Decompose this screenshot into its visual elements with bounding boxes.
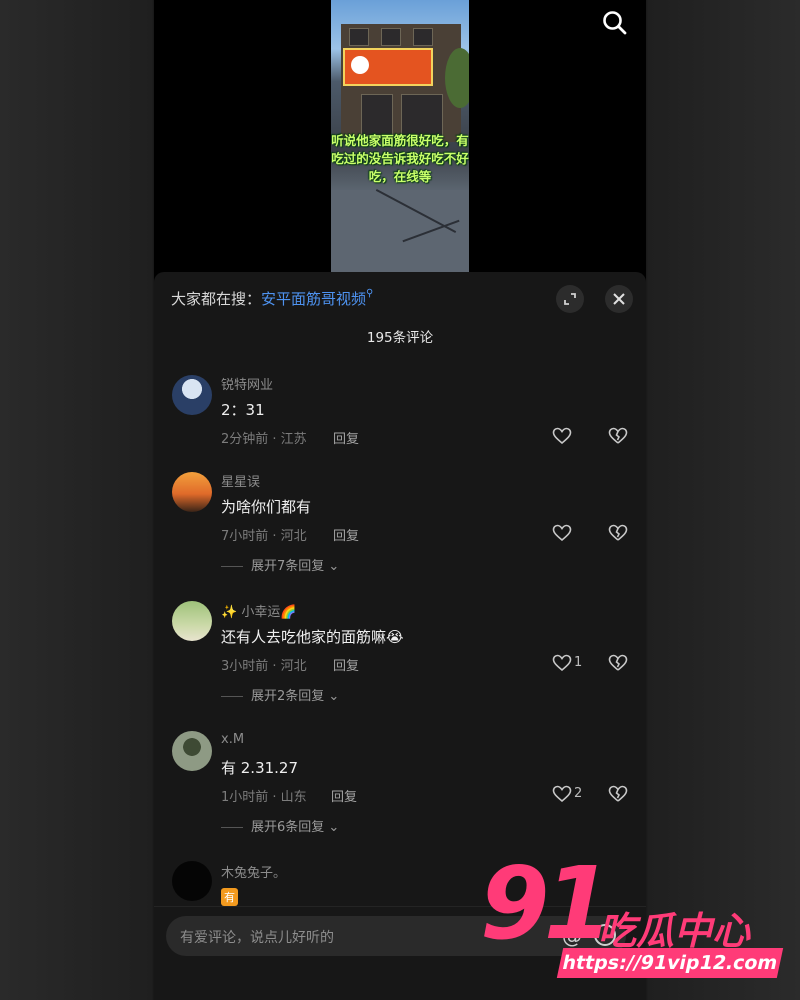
comment-text: 有 — [221, 887, 238, 906]
dislike-button[interactable] — [608, 654, 630, 676]
comment-username[interactable]: 星星误 — [221, 471, 260, 490]
sign-face-icon — [351, 56, 369, 74]
reply-button[interactable]: 回复 — [333, 428, 359, 447]
like-button[interactable] — [552, 523, 592, 545]
comment-text: 有 2.31.27 — [221, 759, 299, 777]
broken-heart-icon — [608, 524, 628, 541]
comment-count: 195条评论 — [366, 330, 434, 346]
like-button[interactable]: 2 — [552, 784, 592, 806]
search-icon — [603, 11, 627, 35]
reply-button[interactable]: 回复 — [333, 655, 359, 674]
comment-text: 还有人去吃他家的面筋嘛😭 — [221, 628, 404, 646]
comment-text: 2：31 — [221, 401, 265, 419]
heart-icon — [552, 524, 572, 542]
video-player[interactable]: 听说他家面筋很好吃，有吃过的没告诉我好吃不好吃，在线等 — [331, 0, 469, 272]
reply-button[interactable]: 回复 — [333, 525, 359, 544]
thread-divider — [221, 566, 243, 567]
chevron-down-icon: ⌄ — [328, 689, 340, 704]
hot-search-row: 大家都在搜：安平面筋哥视频⚲ — [171, 288, 373, 309]
expand-icon — [564, 293, 576, 305]
dislike-button[interactable] — [608, 427, 630, 449]
reply-button[interactable]: 回复 — [331, 786, 357, 805]
like-button[interactable] — [552, 426, 592, 448]
hot-search-prefix: 大家都在搜： — [171, 290, 262, 308]
comment-text: 为啥你们都有 — [221, 498, 312, 516]
expand-replies-label: 展开6条回复 — [251, 820, 325, 835]
video-window — [413, 28, 433, 46]
video-caption: 听说他家面筋很好吃，有吃过的没告诉我好吃不好吃，在线等 — [331, 133, 469, 184]
heart-icon — [552, 654, 572, 672]
close-icon — [613, 293, 625, 305]
expand-replies-button[interactable]: 展开7条回复 ⌄ — [221, 555, 339, 574]
watermark-number: 91 — [480, 845, 613, 962]
avatar[interactable] — [172, 731, 212, 771]
comment-username[interactable]: 木兔兔子。 — [221, 862, 286, 881]
video-shop-sign — [343, 48, 433, 86]
watermark-url: https://91vip12.com — [556, 948, 784, 978]
expand-replies-button[interactable]: 展开2条回复 ⌄ — [221, 685, 339, 704]
chevron-down-icon: ⌄ — [328, 820, 340, 835]
search-button[interactable] — [600, 8, 630, 38]
avatar[interactable] — [172, 861, 212, 901]
expand-replies-label: 展开7条回复 — [251, 559, 325, 574]
expand-button[interactable] — [556, 285, 584, 313]
expand-replies-button[interactable]: 展开6条回复 ⌄ — [221, 816, 339, 835]
comment-emoji-badge: 有 — [221, 888, 238, 906]
thread-divider — [221, 827, 243, 828]
like-count: 1 — [574, 655, 583, 670]
video-window — [381, 28, 401, 46]
broken-heart-icon — [608, 427, 628, 444]
watermark: 91 吃瓜中心 https://91vip12.com — [470, 854, 790, 982]
comment-time-location: 3小时前 · 河北 — [221, 659, 307, 674]
comment-username[interactable]: x.M — [221, 732, 244, 747]
avatar[interactable] — [172, 375, 212, 415]
watermark-text: 吃瓜中心 — [598, 909, 751, 953]
broken-heart-icon — [608, 654, 628, 671]
video-tree — [445, 48, 469, 108]
comment-input-placeholder: 有爱评论，说点儿好听的 — [180, 930, 334, 946]
comment-time-location: 2分钟前 · 江苏 — [221, 432, 307, 447]
comment-time-location: 7小时前 · 河北 — [221, 529, 307, 544]
broken-heart-icon — [608, 785, 628, 802]
avatar[interactable] — [172, 472, 212, 512]
video-door — [361, 94, 393, 136]
video-window — [349, 28, 369, 46]
expand-replies-label: 展开2条回复 — [251, 689, 325, 704]
small-search-icon: ⚲ — [366, 288, 374, 299]
hot-search-link[interactable]: 安平面筋哥视频 — [261, 290, 366, 308]
comment-username[interactable]: ✨ 小幸运🌈 — [221, 601, 297, 620]
comment-username[interactable]: 锐特网业 — [221, 374, 273, 393]
comment-time-location: 1小时前 · 山东 — [221, 790, 307, 805]
heart-icon — [552, 427, 572, 445]
like-count: 2 — [574, 786, 583, 801]
like-button[interactable]: 1 — [552, 653, 592, 675]
close-button[interactable] — [605, 285, 633, 313]
thread-divider — [221, 696, 243, 697]
heart-icon — [552, 785, 572, 803]
dislike-button[interactable] — [608, 524, 630, 546]
chevron-down-icon: ⌄ — [328, 559, 340, 574]
video-shopfront — [401, 94, 443, 136]
avatar[interactable] — [172, 601, 212, 641]
dislike-button[interactable] — [608, 785, 630, 807]
